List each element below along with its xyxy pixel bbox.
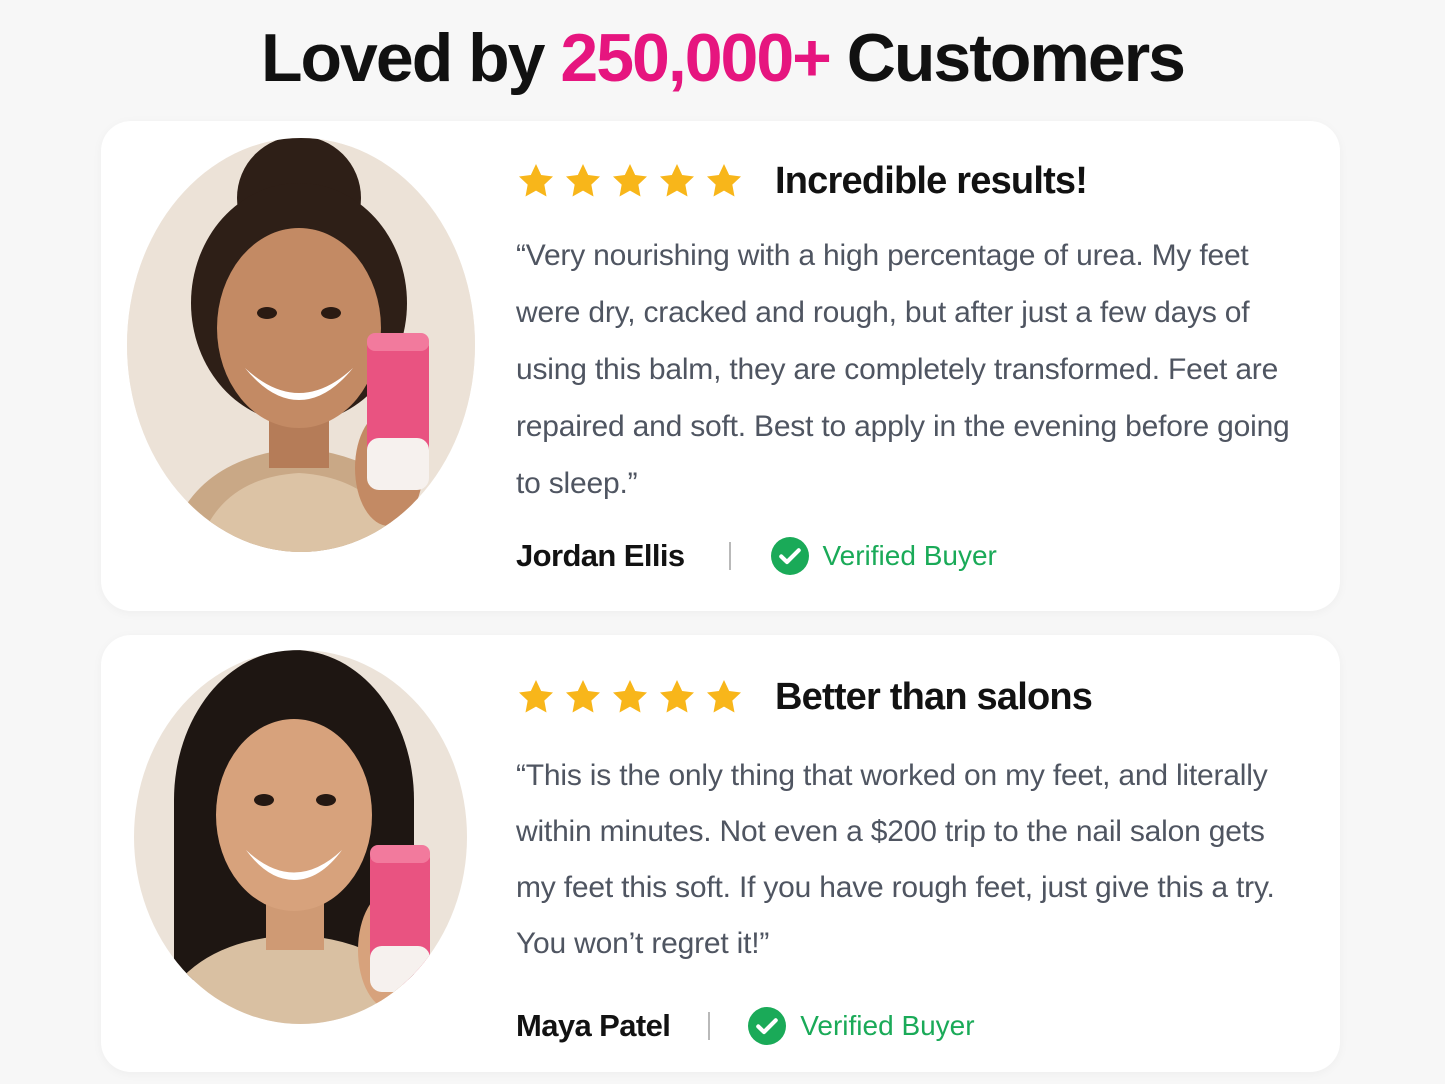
divider (728, 542, 731, 570)
review-title: Better than salons (775, 675, 1093, 718)
star-icon (610, 677, 650, 717)
star-icon (610, 161, 650, 201)
headline-prefix: Loved by (260, 20, 561, 96)
reviewer-name: Maya Patel (516, 1008, 671, 1043)
reviewer-row: Maya Patel Verified Buyer (516, 1003, 1310, 1049)
reviewer-row: Jordan Ellis Verified Buyer (516, 533, 1310, 579)
divider (708, 1012, 711, 1040)
star-rating (516, 677, 751, 717)
star-icon (563, 677, 603, 717)
rating-row: Incredible results! (516, 157, 1310, 205)
check-circle-icon (748, 1007, 787, 1045)
review-text: “Very nourishing with a high percentage … (516, 239, 1290, 500)
check-circle-icon (770, 537, 809, 575)
review-content: Better than salons “This is the only thi… (516, 673, 1310, 1049)
star-icon (657, 677, 697, 717)
testimonials-section: Loved by 250,000+ Customers Incredible r… (0, 0, 1445, 1084)
star-rating (516, 161, 751, 201)
verified-buyer-badge: Verified Buyer (822, 540, 997, 571)
star-icon (516, 677, 556, 717)
star-icon (704, 677, 744, 717)
star-icon (657, 161, 697, 201)
review-title: Incredible results! (775, 159, 1088, 202)
page-title: Loved by 250,000+ Customers (0, 18, 1445, 98)
star-icon (704, 161, 744, 201)
review-text: “This is the only thing that worked on m… (516, 759, 1275, 960)
verified-buyer-badge: Verified Buyer (800, 1010, 975, 1041)
review-content: Incredible results! “Very nourishing wit… (516, 157, 1310, 579)
star-icon (516, 161, 556, 201)
customer-count: 250,000+ (560, 20, 832, 96)
customer-photo (134, 650, 467, 1024)
customer-photo (127, 138, 475, 552)
rating-row: Better than salons (516, 673, 1310, 721)
review-card: Better than salons “This is the only thi… (101, 635, 1340, 1072)
review-card: Incredible results! “Very nourishing wit… (101, 121, 1340, 611)
reviewer-name: Jordan Ellis (516, 538, 685, 573)
headline-suffix: Customers (829, 20, 1186, 96)
star-icon (563, 161, 603, 201)
